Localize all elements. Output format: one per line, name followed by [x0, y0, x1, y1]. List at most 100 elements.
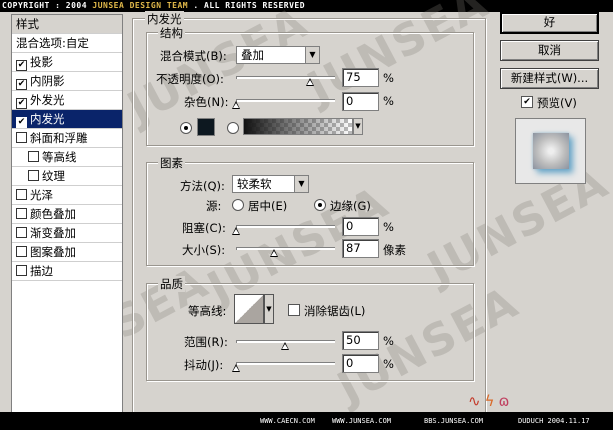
style-item-label: 纹理 [42, 169, 65, 183]
range-slider-thumb[interactable] [281, 342, 289, 350]
gradient-preview[interactable] [243, 118, 353, 135]
style-item-inner-shadow[interactable]: ✔ 内阴影 [12, 72, 122, 91]
style-item-stroke[interactable]: 描边 [12, 262, 122, 281]
checkbox-outer-glow[interactable]: ✔ [16, 98, 27, 109]
technique-value: 较柔软 [237, 177, 272, 191]
choke-input[interactable]: 0 [342, 217, 379, 236]
ok-button[interactable]: 好 [500, 12, 599, 34]
chevron-down-icon: ▼ [294, 176, 308, 192]
source-edge-radio[interactable] [314, 199, 326, 211]
quality-title: 品质 [158, 276, 185, 292]
range-label: 范围(R): [184, 335, 228, 349]
blend-mode-select[interactable]: 叠加 ▼ [236, 46, 320, 64]
structure-title: 结构 [158, 25, 185, 41]
jitter-unit: % [383, 357, 394, 371]
size-slider-thumb[interactable] [270, 249, 278, 257]
size-unit: 像素 [383, 243, 406, 257]
glow-color-swatch[interactable] [197, 118, 215, 136]
style-item-label: 投影 [30, 55, 53, 69]
opacity-unit: % [383, 71, 394, 85]
choke-slider-track[interactable] [236, 225, 335, 228]
range-unit: % [383, 334, 394, 348]
style-item-contour[interactable]: 等高线 [12, 148, 122, 167]
checkbox-bevel-emboss[interactable] [16, 132, 27, 143]
opacity-slider-thumb[interactable] [306, 78, 314, 86]
footer-site-2: WWW.JUNSEA.COM [332, 417, 392, 425]
style-item-satin[interactable]: 光泽 [12, 186, 122, 205]
antialias-checkbox[interactable] [288, 304, 300, 316]
checkbox-satin[interactable] [16, 189, 27, 200]
footer-signature: DUDUCH 2004.11.17 [518, 417, 590, 425]
range-input[interactable]: 50 [342, 331, 379, 350]
solid-color-radio[interactable] [180, 122, 192, 134]
size-slider-track[interactable] [236, 247, 335, 250]
elements-title: 图素 [158, 155, 185, 171]
chevron-down-icon[interactable]: ▼ [264, 294, 274, 324]
style-item-label: 颜色叠加 [30, 207, 76, 221]
style-item-label: 图案叠加 [30, 245, 76, 259]
style-item-label: 渐变叠加 [30, 226, 76, 240]
style-item-label: 描边 [30, 264, 53, 278]
opacity-slider-track[interactable] [236, 76, 335, 79]
preview-swatch [533, 133, 569, 169]
style-item-outer-glow[interactable]: ✔ 外发光 [12, 91, 122, 110]
checkbox-inner-shadow[interactable]: ✔ [16, 79, 27, 90]
checkbox-inner-glow[interactable]: ✔ [16, 117, 27, 128]
style-preview [515, 118, 586, 184]
blending-options-item[interactable]: 混合选项:自定 [12, 34, 122, 53]
jitter-slider-thumb[interactable] [232, 364, 240, 372]
style-item-label: 斜面和浮雕 [30, 131, 88, 145]
choke-slider-thumb[interactable] [232, 227, 240, 235]
size-label: 大小(S): [182, 243, 226, 257]
style-item-inner-glow[interactable]: ✔ 内发光 [12, 110, 122, 129]
source-center-radio[interactable] [232, 199, 244, 211]
cancel-button[interactable]: 取消 [500, 40, 599, 61]
preview-label: 预览(V) [537, 96, 577, 110]
chevron-down-icon: ▼ [305, 47, 319, 63]
checkbox-gradient-overlay[interactable] [16, 227, 27, 238]
style-item-bevel-emboss[interactable]: 斜面和浮雕 [12, 129, 122, 148]
contour-preview[interactable] [234, 294, 264, 324]
style-item-pattern-overlay[interactable]: 图案叠加 [12, 243, 122, 262]
technique-label: 方法(Q): [180, 179, 225, 193]
style-item-gradient-overlay[interactable]: 渐变叠加 [12, 224, 122, 243]
copyright-text-post: . ALL RIGHTS RESERVED [188, 1, 306, 10]
footer-site-3: BBS.JUNSEA.COM [424, 417, 484, 425]
source-label: 源: [206, 199, 222, 213]
checkbox-drop-shadow[interactable]: ✔ [16, 60, 27, 71]
style-item-texture[interactable]: 纹理 [12, 167, 122, 186]
chevron-down-icon[interactable]: ▼ [353, 118, 363, 135]
jitter-slider-track[interactable] [236, 362, 335, 365]
checkbox-contour[interactable] [28, 151, 39, 162]
technique-select[interactable]: 较柔软 ▼ [232, 175, 309, 193]
copyright-banner: COPYRIGHT : 2004 JUNSEA DESIGN TEAM . AL… [0, 0, 613, 12]
checkbox-color-overlay[interactable] [16, 208, 27, 219]
noise-slider-thumb[interactable] [232, 101, 240, 109]
copyright-text-pre: COPYRIGHT : 2004 [2, 1, 93, 10]
style-item-drop-shadow[interactable]: ✔ 投影 [12, 53, 122, 72]
new-style-button[interactable]: 新建样式(W)... [500, 68, 599, 89]
styles-list: 样式 混合选项:自定 ✔ 投影 ✔ 内阴影 ✔ 外发光 ✔ 内发光 斜面和浮雕 等高线 … [11, 14, 123, 414]
contour-label: 等高线: [188, 304, 227, 318]
jitter-input[interactable]: 0 [342, 354, 379, 373]
checkbox-stroke[interactable] [16, 265, 27, 276]
noise-slider-track[interactable] [236, 99, 335, 102]
style-item-label: 内阴影 [30, 74, 65, 88]
style-item-label: 外发光 [30, 93, 65, 107]
size-input[interactable]: 87 [342, 239, 379, 258]
noise-unit: % [383, 94, 394, 108]
opacity-input[interactable]: 75 [342, 68, 379, 87]
decorative-logo-icon: ∿ϟɷ [468, 392, 514, 410]
blend-mode-value: 叠加 [241, 48, 264, 62]
antialias-label: 消除锯齿(L) [304, 304, 366, 318]
noise-input[interactable]: 0 [342, 92, 379, 111]
gradient-radio[interactable] [227, 122, 239, 134]
style-item-color-overlay[interactable]: 颜色叠加 [12, 205, 122, 224]
preview-checkbox[interactable]: ✔ [521, 96, 533, 108]
style-item-label: 等高线 [42, 150, 77, 164]
checkbox-pattern-overlay[interactable] [16, 246, 27, 257]
opacity-label: 不透明度(O): [156, 72, 224, 86]
jitter-label: 抖动(J): [184, 358, 224, 372]
styles-header[interactable]: 样式 [12, 15, 122, 34]
checkbox-texture[interactable] [28, 170, 39, 181]
